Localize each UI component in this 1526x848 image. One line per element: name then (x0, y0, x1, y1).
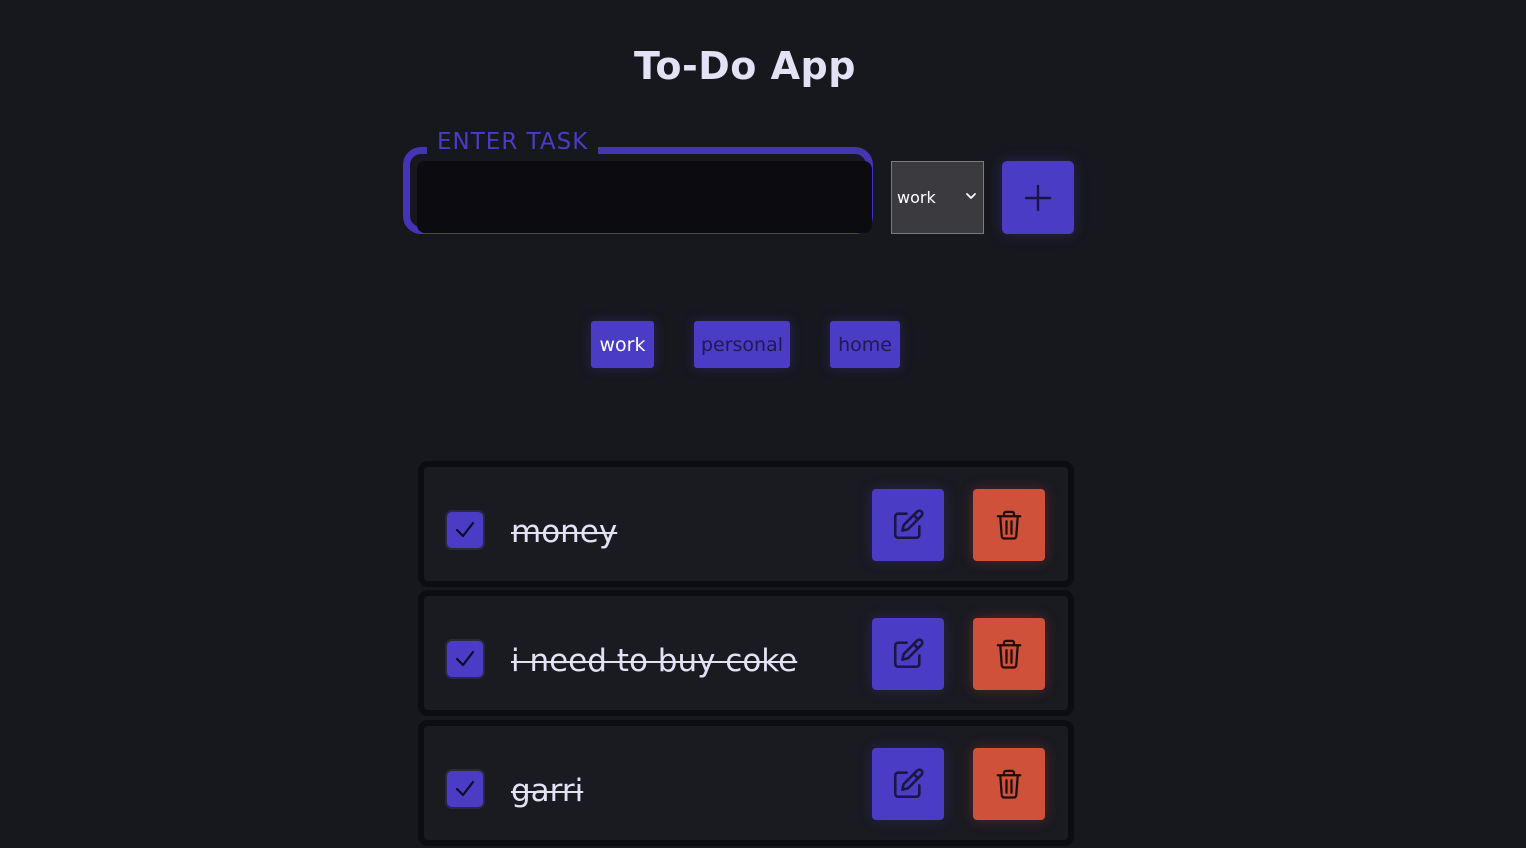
task-text: garri (511, 773, 584, 809)
check-icon (455, 780, 475, 797)
task-input-legend: ENTER TASK (427, 128, 599, 156)
task-input[interactable] (417, 161, 872, 233)
task-text: money (511, 514, 618, 550)
delete-task-button[interactable] (973, 618, 1045, 690)
todo-app: To-Do App ENTER TASK work work personal … (0, 0, 1526, 848)
pencil-square-icon (893, 509, 924, 540)
trash-icon (996, 510, 1022, 540)
task-checkbox[interactable] (445, 639, 485, 679)
pencil-square-icon (893, 768, 924, 799)
filter-home-button[interactable]: home (830, 321, 900, 368)
trash-icon (996, 769, 1022, 799)
task-item: i need to buy coke (418, 590, 1074, 716)
delete-task-button[interactable] (973, 489, 1045, 561)
edit-task-button[interactable] (872, 748, 944, 820)
task-text: i need to buy coke (511, 643, 798, 679)
page-title: To-Do App (634, 44, 856, 88)
delete-task-button[interactable] (973, 748, 1045, 820)
task-item: money (418, 461, 1074, 587)
check-icon (455, 521, 475, 538)
category-select[interactable]: work (891, 161, 984, 234)
check-icon (455, 650, 475, 667)
edit-task-button[interactable] (872, 489, 944, 561)
filter-personal-button[interactable]: personal (694, 321, 790, 368)
task-checkbox[interactable] (445, 510, 485, 550)
task-item: garri (418, 720, 1074, 846)
category-select-value: work (897, 188, 936, 207)
pencil-square-icon (893, 638, 924, 669)
trash-icon (996, 639, 1022, 669)
filter-work-button[interactable]: work (591, 321, 654, 368)
edit-task-button[interactable] (872, 618, 944, 690)
task-checkbox[interactable] (445, 769, 485, 809)
chevron-down-icon (966, 193, 976, 199)
plus-icon (1024, 184, 1052, 211)
add-task-button[interactable] (1002, 161, 1074, 234)
